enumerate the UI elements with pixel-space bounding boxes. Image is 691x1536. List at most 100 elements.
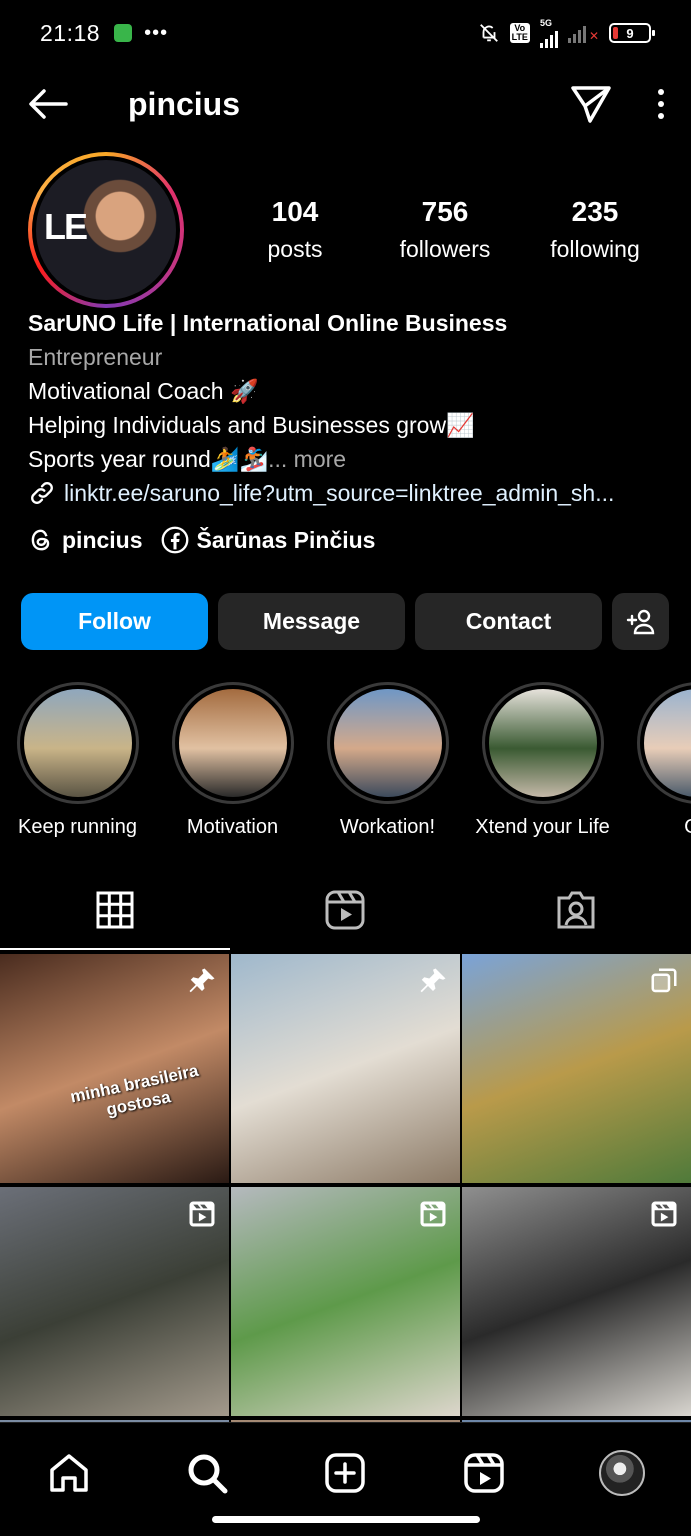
- profile-header: pincius: [0, 72, 691, 136]
- highlight-item[interactable]: Motivation: [155, 682, 310, 842]
- highlight-cover: [488, 689, 597, 797]
- bio-line: Motivational Coach 🚀: [28, 378, 259, 404]
- bio-link[interactable]: linktr.ee/saruno_life?utm_source=linktre…: [28, 476, 668, 510]
- signal-5g-icon: 5G: [539, 18, 558, 48]
- highlight-label: Motivation: [186, 816, 279, 838]
- profile-avatar-icon: [598, 1450, 645, 1496]
- back-button[interactable]: [24, 80, 72, 128]
- highlight-item[interactable]: Xtend your Life: [465, 682, 620, 842]
- posts-count[interactable]: 104 posts: [220, 196, 370, 263]
- status-time: 21:18: [40, 19, 101, 46]
- highlight-ring: [326, 682, 449, 804]
- highlight-label: Go: [684, 816, 691, 839]
- send-direct-icon[interactable]: [571, 85, 611, 123]
- profile-category: Entrepreneur: [28, 344, 163, 370]
- bio-line: Helping Individuals and Businesses grow📈: [28, 412, 475, 438]
- profile-display-name: SarUNO Life | International Online Busin…: [28, 310, 508, 336]
- avatar-logo: LE: [44, 206, 88, 247]
- highlight-ring: [16, 682, 139, 804]
- bio-line: Sports year round🏄🏂: [28, 446, 269, 472]
- facebook-link[interactable]: Šarūnas Pinčius: [161, 526, 376, 554]
- nav-create[interactable]: [315, 1443, 375, 1503]
- highlight-label: Xtend your Life: [475, 816, 610, 838]
- follow-button[interactable]: Follow: [21, 593, 208, 650]
- story-highlights: Keep running Motivation Workation! Xtend yo…: [0, 682, 691, 842]
- back-arrow-icon: [29, 89, 68, 119]
- posts-grid: minha brasileira gostosa: [0, 954, 691, 1434]
- profile-bio: SarUNO Life | International Online Busin…: [28, 306, 668, 510]
- highlight-ring: [171, 682, 294, 804]
- tab-tagged[interactable]: [461, 870, 691, 950]
- bio-link-text: linktr.ee/saruno_life?utm_source=linktre…: [64, 480, 615, 506]
- nav-reels[interactable]: [454, 1443, 514, 1503]
- post-thumbnail[interactable]: [0, 1187, 229, 1416]
- facebook-name: Šarūnas Pinčius: [196, 526, 376, 553]
- highlight-cover: [23, 689, 132, 797]
- profile-username: pincius: [128, 85, 241, 122]
- highlight-item[interactable]: Go: [620, 682, 691, 842]
- social-links: pincius Šarūnas Pinčius: [28, 526, 375, 554]
- tab-reels[interactable]: [230, 870, 460, 950]
- post-overlay-text: minha brasileira gostosa: [68, 1060, 201, 1120]
- post-thumbnail[interactable]: minha brasileira gostosa: [0, 954, 229, 1183]
- reel-icon: [418, 1199, 448, 1234]
- post-thumbnail[interactable]: [231, 954, 460, 1183]
- message-button[interactable]: Message: [218, 593, 405, 650]
- carousel-icon: [649, 966, 679, 1001]
- tagged-icon: [557, 891, 595, 929]
- status-bar: 21:18 ••• Vo LTE 5G ✕ 9: [0, 0, 691, 66]
- highlight-label: Workation!: [339, 816, 436, 838]
- post-thumbnail[interactable]: [231, 1187, 460, 1416]
- contact-button[interactable]: Contact: [415, 593, 602, 650]
- more-options-icon[interactable]: [655, 87, 667, 121]
- battery-level: 9: [626, 25, 634, 41]
- facebook-icon: [161, 526, 188, 554]
- search-icon: [188, 1454, 228, 1494]
- bio-more-link[interactable]: ... more: [268, 446, 346, 472]
- threads-link[interactable]: pincius: [28, 527, 143, 554]
- nav-home[interactable]: [39, 1443, 99, 1503]
- reel-icon: [649, 1199, 679, 1234]
- link-icon: [31, 482, 53, 504]
- gesture-home-bar[interactable]: [212, 1516, 480, 1523]
- threads-icon: [31, 529, 50, 551]
- threads-username: pincius: [62, 526, 143, 553]
- post-thumbnail[interactable]: [462, 1187, 691, 1416]
- suggested-users-button[interactable]: [612, 593, 669, 650]
- stat-label: following: [550, 236, 640, 262]
- add-user-icon: [626, 609, 654, 634]
- profile-avatar[interactable]: LE: [28, 152, 184, 308]
- nav-search[interactable]: [177, 1443, 237, 1503]
- post-thumbnail[interactable]: [462, 954, 691, 1183]
- highlight-cover: [643, 689, 691, 797]
- battery-icon: 9: [609, 23, 655, 43]
- reels-icon: [325, 890, 365, 930]
- highlight-item[interactable]: Keep running: [0, 682, 155, 842]
- highlight-ring: [636, 682, 691, 804]
- reels-icon: [463, 1453, 504, 1493]
- highlight-item[interactable]: Workation!: [310, 682, 465, 842]
- stat-label: posts: [267, 236, 323, 262]
- create-post-icon: [325, 1453, 366, 1493]
- nav-profile[interactable]: [592, 1443, 652, 1503]
- highlight-label: Keep running: [18, 816, 137, 838]
- profile-tabs: [0, 870, 691, 950]
- more-notifications-icon: •••: [144, 21, 169, 44]
- following-count[interactable]: 235 following: [520, 196, 670, 263]
- reel-icon: [187, 1199, 217, 1234]
- home-icon: [50, 1454, 88, 1492]
- followers-count[interactable]: 756 followers: [370, 196, 520, 263]
- stat-number: 235: [571, 196, 619, 227]
- volte-icon: Vo LTE: [509, 23, 530, 43]
- avatar-image: LE: [36, 160, 176, 300]
- profile-stats: 104 posts 756 followers 235 following: [220, 196, 670, 263]
- pinned-icon: [418, 966, 448, 1001]
- profile-actions: Follow Message Contact: [21, 593, 669, 650]
- bio-line-truncated: Sports year round🏄🏂... more: [28, 442, 668, 476]
- stat-number: 104: [271, 196, 319, 227]
- silent-bell-icon: [479, 24, 498, 42]
- highlight-cover: [178, 689, 287, 797]
- signal-sim2-icon: ✕: [567, 23, 599, 43]
- highlight-ring: [481, 682, 604, 804]
- tab-posts[interactable]: [0, 870, 231, 950]
